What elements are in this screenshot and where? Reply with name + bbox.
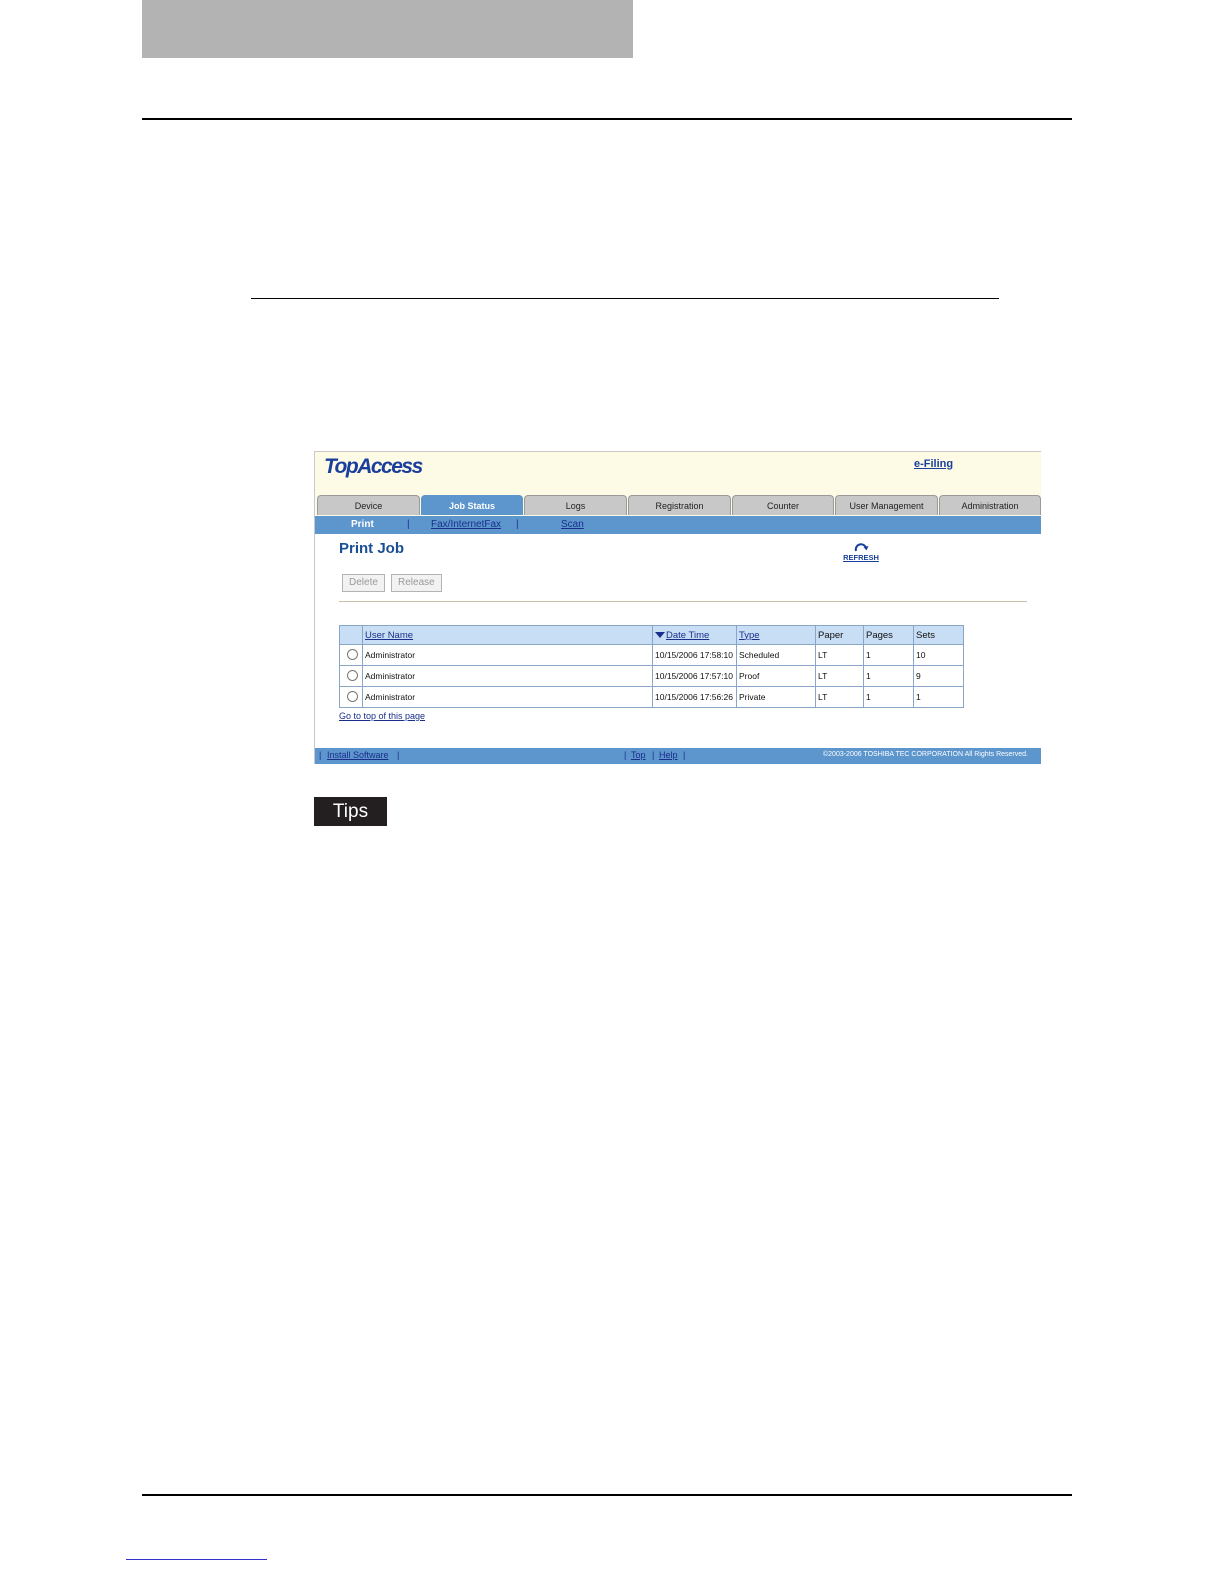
tab-administration[interactable]: Administration [939,495,1041,515]
tab-device[interactable]: Device [317,495,420,515]
tab-user-management[interactable]: User Management [835,495,938,515]
footer-separator: | [397,750,400,760]
section-rule [251,298,999,299]
tab-counter[interactable]: Counter [732,495,834,515]
sets-cell: 10 [913,644,964,666]
sub-navigation: Print | Fax/InternetFax | Scan [315,516,1041,534]
topaccess-logo: TopAccess [324,455,423,478]
type-cell: Private [736,686,816,708]
subnav-separator: | [407,519,410,530]
row-select-cell [339,665,363,687]
page-title: Print Job [339,540,405,557]
row-select-cell [339,686,363,708]
help-link[interactable]: Help [659,750,678,760]
subnav-print[interactable]: Print [351,519,374,530]
bottom-rule [142,1494,1072,1496]
date-cell: 10/15/2006 17:56:26 [652,686,737,708]
top-rule [142,118,1072,120]
sets-header: Sets [913,625,964,645]
type-cell: Scheduled [736,644,816,666]
footer-separator: | [319,750,322,760]
date-time-header[interactable]: Date Time [652,625,737,645]
type-cell: Proof [736,665,816,687]
select-column-header [339,625,363,645]
table-header-row: User Name Date Time Type Paper Pages Set… [339,625,964,645]
footer-separator: | [683,750,686,760]
table-row: Administrator 10/15/2006 17:57:10 Proof … [339,665,964,687]
user-cell: Administrator [362,686,653,708]
tab-job-status[interactable]: Job Status [421,495,523,515]
paper-cell: LT [815,644,864,666]
paper-cell: LT [815,665,864,687]
topaccess-screenshot: TopAccess e-Filing Device Job Status Log… [314,451,1041,764]
sets-cell: 9 [913,665,964,687]
refresh-label: REFRESH [843,553,879,562]
header-block [142,0,633,58]
row-select-cell [339,644,363,666]
sets-cell: 1 [913,686,964,708]
subnav-scan[interactable]: Scan [561,519,584,530]
refresh-button[interactable]: REFRESH [841,541,881,562]
pages-cell: 1 [863,665,914,687]
user-cell: Administrator [362,644,653,666]
refresh-icon [854,543,869,552]
content-divider [339,601,1027,602]
go-to-top-link[interactable]: Go to top of this page [339,711,425,721]
paper-cell: LT [815,686,864,708]
footer-bar: | Install Software | | Top | Help | ©200… [315,748,1041,764]
install-software-link[interactable]: Install Software [327,750,389,760]
date-cell: 10/15/2006 17:58:10 [652,644,737,666]
delete-button[interactable]: Delete [342,574,385,592]
table-row: Administrator 10/15/2006 17:56:26 Privat… [339,686,964,708]
copyright-text: ©2003-2006 TOSHIBA TEC CORPORATION All R… [823,751,1028,758]
footer-separator: | [624,750,627,760]
paper-header: Paper [815,625,864,645]
date-cell: 10/15/2006 17:57:10 [652,665,737,687]
row-radio[interactable] [347,669,358,681]
user-cell: Administrator [362,665,653,687]
footer-link-underline [126,1559,267,1560]
print-job-table: User Name Date Time Type Paper Pages Set… [339,625,964,708]
top-banner: TopAccess e-Filing [315,452,1041,496]
tab-logs[interactable]: Logs [524,495,627,515]
subnav-separator: | [516,519,519,530]
tips-label: Tips [314,797,387,826]
pages-cell: 1 [863,686,914,708]
table-row: Administrator 10/15/2006 17:58:10 Schedu… [339,644,964,666]
row-radio[interactable] [347,690,358,702]
sort-descending-icon [655,631,665,638]
main-tabs: Device Job Status Logs Registration Coun… [315,495,1041,516]
top-link[interactable]: Top [631,750,646,760]
type-header[interactable]: Type [736,625,816,645]
user-name-header[interactable]: User Name [362,625,653,645]
release-button[interactable]: Release [391,574,442,592]
efiling-link[interactable]: e-Filing [914,458,953,470]
subnav-fax[interactable]: Fax/InternetFax [431,519,501,530]
pages-header: Pages [863,625,914,645]
tab-registration[interactable]: Registration [628,495,731,515]
pages-cell: 1 [863,644,914,666]
row-radio[interactable] [347,648,358,660]
footer-separator: | [652,750,655,760]
